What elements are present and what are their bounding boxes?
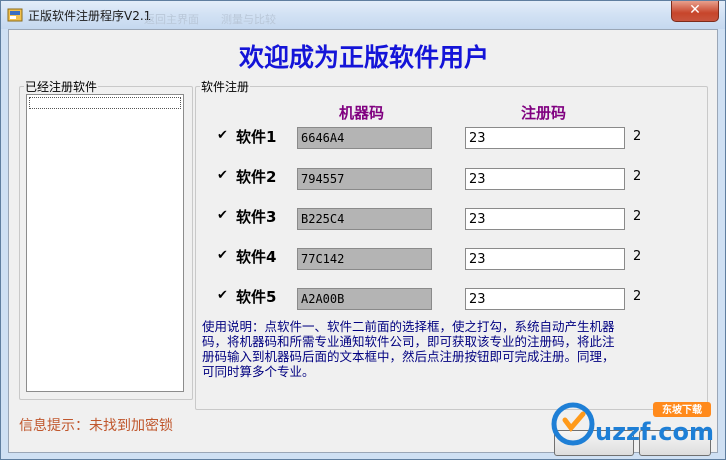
software-5-machine-code: A2A00B	[297, 288, 432, 310]
close-button[interactable]: ✕	[671, 1, 719, 22]
software-4-checkbox[interactable]: ✔	[217, 249, 230, 262]
register-code-header: 注册码	[521, 104, 567, 122]
title-bar[interactable]: 正版软件注册程序V2.1 返回主界面 测量与比较 ✕	[1, 1, 725, 29]
software-3-suffix: 2	[633, 209, 642, 224]
software-2-checkbox[interactable]: ✔	[217, 169, 230, 182]
software-1-register-code-input[interactable]	[465, 127, 625, 149]
software-2-register-code-input[interactable]	[465, 168, 625, 190]
software-4-register-code-input[interactable]	[465, 248, 625, 270]
close-icon: ✕	[689, 2, 701, 18]
software-4-machine-code: 77C142	[297, 248, 432, 270]
software-1-machine-code: 6646A4	[297, 127, 432, 149]
window-title: 正版软件注册程序V2.1	[28, 9, 152, 23]
app-icon	[7, 8, 23, 22]
app-window: 正版软件注册程序V2.1 返回主界面 测量与比较 ✕ 欢迎成为正版软件用户 已经…	[0, 0, 726, 460]
software-3-label: 软件3	[236, 208, 277, 226]
software-5-suffix: 2	[633, 289, 642, 304]
uzzf-watermark-logo: 东坡下载 uzzf.com	[551, 402, 714, 446]
software-registration-legend: 软件注册	[201, 80, 250, 94]
software-3-machine-code: B225C4	[297, 208, 432, 230]
software-4-suffix: 2	[633, 249, 642, 264]
software-2-suffix: 2	[633, 169, 642, 184]
software-2-label: 软件2	[236, 168, 277, 186]
list-focus-indicator	[29, 97, 181, 109]
software-1-label: 软件1	[236, 128, 277, 146]
machine-code-header: 机器码	[339, 104, 385, 122]
usage-instructions: 使用说明：点软件一、软件二前面的选择框，使之打勾，系统自动产生机器码，将机器码和…	[202, 319, 615, 379]
software-5-register-code-input[interactable]	[465, 288, 625, 310]
software-1-checkbox[interactable]: ✔	[217, 129, 230, 142]
software-3-checkbox[interactable]: ✔	[217, 209, 230, 222]
registered-software-list[interactable]	[26, 94, 184, 392]
client-area: 欢迎成为正版软件用户 已经注册软件 软件注册 机器码 注册码 ✔ 软件1 664…	[8, 29, 718, 456]
status-message: 信息提示：未找到加密锁	[19, 418, 173, 434]
software-3-register-code-input[interactable]	[465, 208, 625, 230]
software-5-checkbox[interactable]: ✔	[217, 289, 230, 302]
software-1-suffix: 2	[633, 129, 642, 144]
ghost-menu-item: 返回主界面	[144, 13, 199, 26]
registered-software-legend: 已经注册软件	[25, 80, 98, 94]
welcome-heading: 欢迎成为正版软件用户	[238, 43, 489, 72]
ghost-menu-item: 测量与比较	[221, 13, 276, 26]
watermark-brand: uzzf.com	[595, 418, 714, 446]
software-4-label: 软件4	[236, 248, 277, 266]
software-2-machine-code: 794557	[297, 168, 432, 190]
watermark-badge: 东坡下载	[662, 403, 702, 416]
software-5-label: 软件5	[236, 288, 277, 306]
